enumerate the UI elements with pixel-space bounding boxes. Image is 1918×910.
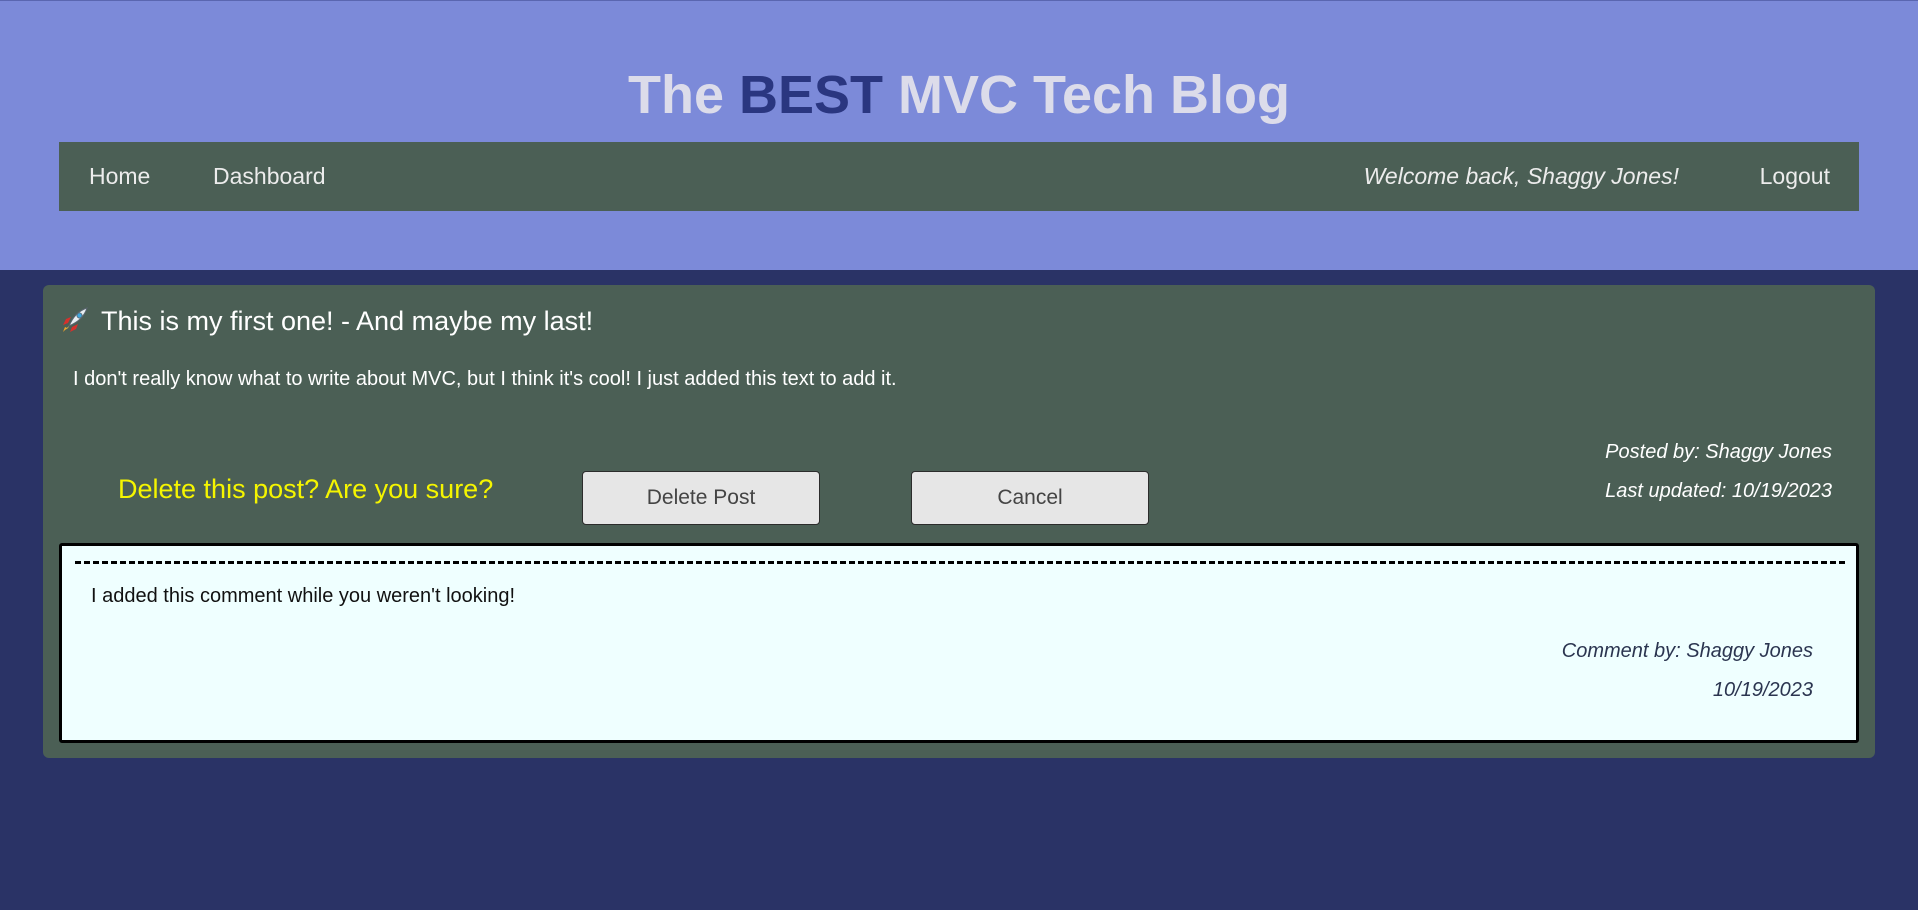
delete-confirm-prompt: Delete this post? Are you sure? [118, 474, 494, 504]
comment-meta: Comment by: Shaggy Jones 10/19/2023 [1562, 632, 1813, 710]
comment-text: I added this comment while you weren't l… [91, 585, 516, 607]
post-title-text: This is my first one! - And maybe my las… [101, 306, 594, 336]
comment-date: 10/19/2023 [1712, 679, 1813, 701]
nav-home-link[interactable]: Home [89, 142, 150, 211]
comment-author: Comment by: Shaggy Jones [1561, 640, 1813, 662]
comment-divider [75, 561, 1845, 564]
site-title: The BEST MVC Tech Blog [0, 63, 1918, 127]
site-title-prefix: The [627, 65, 739, 125]
welcome-message: Welcome back, Shaggy Jones! [1363, 163, 1679, 189]
post-author: Posted by: Shaggy Jones [1605, 441, 1832, 463]
delete-post-button[interactable]: Delete Post [582, 471, 820, 525]
post-meta: Posted by: Shaggy Jones Last updated: 10… [1605, 433, 1832, 511]
navbar: Home Dashboard Welcome back, Shaggy Jone… [59, 142, 1859, 211]
post-title: This is my first one! - And maybe my las… [59, 301, 593, 341]
site-title-suffix: MVC Tech Blog [883, 65, 1291, 125]
comments-section: I added this comment while you weren't l… [59, 543, 1859, 743]
rocket-icon [59, 304, 91, 336]
nav-dashboard-link[interactable]: Dashboard [213, 142, 326, 211]
site-title-accent: BEST [738, 65, 884, 125]
post-card: This is my first one! - And maybe my las… [43, 285, 1875, 758]
site-header: The BEST MVC Tech Blog Home Dashboard We… [0, 0, 1918, 270]
post-updated-date: Last updated: 10/19/2023 [1605, 480, 1832, 502]
cancel-button[interactable]: Cancel [911, 471, 1149, 525]
post-body: I don't really know what to write about … [73, 368, 897, 390]
nav-logout-link[interactable]: Logout [1760, 142, 1830, 211]
